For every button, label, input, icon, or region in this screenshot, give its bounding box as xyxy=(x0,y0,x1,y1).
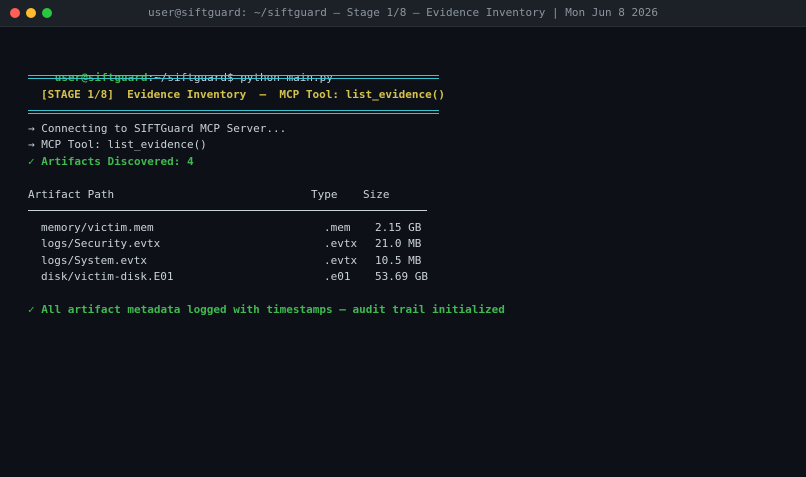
title-bar: user@siftguard: ~/siftguard — Stage 1/8 … xyxy=(0,0,806,27)
artifact-size: 2.15 GB xyxy=(375,221,422,234)
artifact-type: .evtx xyxy=(324,237,358,250)
column-header-size: Size xyxy=(363,188,390,201)
artifact-path: memory/victim.mem xyxy=(41,221,154,234)
command-prompt-line: user@siftguard:~/siftguard$ python main.… xyxy=(15,54,333,84)
artifacts-discovered-status: ✓ Artifacts Discovered: 4 xyxy=(28,155,194,168)
artifact-path: logs/Security.evtx xyxy=(41,237,161,250)
audit-trail-status: ✓ All artifact metadata logged with time… xyxy=(28,303,505,316)
banner-top-rule xyxy=(28,75,439,79)
artifact-path: logs/System.evtx xyxy=(41,254,147,267)
artifact-type: .evtx xyxy=(324,254,358,267)
column-header-path: Artifact Path xyxy=(28,188,115,201)
artifact-size: 53.69 GB xyxy=(375,270,428,283)
banner-bottom-rule xyxy=(28,110,439,114)
column-header-type: Type xyxy=(311,188,338,201)
artifact-type: .mem xyxy=(324,221,351,234)
window-title: user@siftguard: ~/siftguard — Stage 1/8 … xyxy=(148,6,658,19)
terminal-window: user@siftguard: ~/siftguard — Stage 1/8 … xyxy=(0,0,806,477)
log-mcp-tool: → MCP Tool: list_evidence() xyxy=(28,138,207,151)
artifact-type: .e01 xyxy=(324,270,351,283)
log-connecting: → Connecting to SIFTGuard MCP Server... xyxy=(28,122,287,135)
artifact-size: 10.5 MB xyxy=(375,254,422,267)
stage-banner: [STAGE 1/8] Evidence Inventory — MCP Too… xyxy=(41,88,445,101)
terminal-output[interactable]: user@siftguard:~/siftguard$ python main.… xyxy=(0,26,806,477)
table-header-separator xyxy=(28,210,427,211)
artifact-size: 21.0 MB xyxy=(375,237,422,250)
artifact-path: disk/victim-disk.E01 xyxy=(41,270,174,283)
